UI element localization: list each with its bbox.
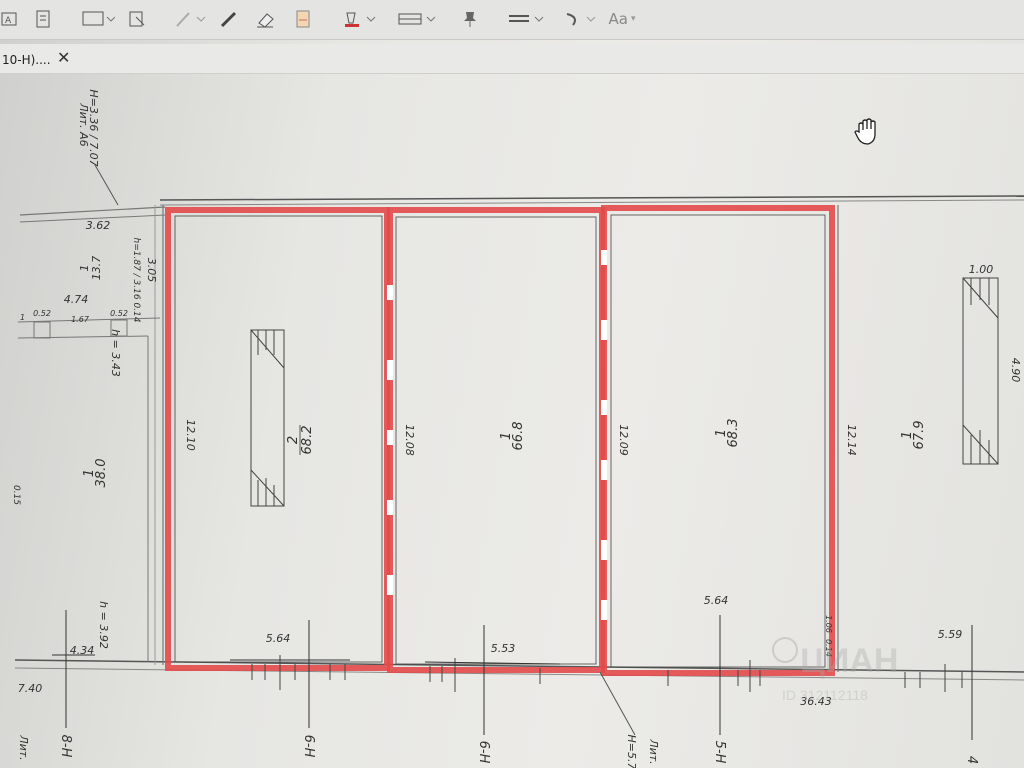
- curve-icon[interactable]: [560, 6, 600, 32]
- dimension-label: 4.90: [1009, 358, 1022, 383]
- eraser-icon[interactable]: [254, 6, 278, 32]
- axis-label: 6-Н: [301, 735, 316, 758]
- room-label-width: 5.64: [266, 632, 291, 645]
- document-icon[interactable]: [32, 6, 54, 32]
- dimension-label: 3.62: [86, 219, 111, 232]
- comment-icon[interactable]: [80, 6, 116, 32]
- svg-text:A: A: [5, 16, 12, 26]
- fill-color-icon[interactable]: [340, 6, 380, 32]
- pencil-icon[interactable]: [218, 6, 240, 32]
- room-label-len: 12.14: [845, 424, 858, 456]
- room-label-area: 38.0: [94, 459, 109, 488]
- dimension-label: 1: [20, 313, 25, 322]
- axis-label: 4: [964, 756, 979, 764]
- dimension-label: 0.52: [110, 309, 128, 318]
- room-label-area: 67.9: [912, 421, 927, 450]
- font-button[interactable]: Aa ▾: [602, 6, 642, 32]
- chevron-down-icon: ▾: [630, 14, 636, 24]
- stamp-icon[interactable]: [292, 6, 314, 32]
- room-label-area: 66.8: [511, 422, 526, 451]
- room-label-num: 2: [286, 436, 301, 444]
- height-label: Н=5.7: [625, 735, 638, 768]
- room-label-area: 68.3: [726, 419, 741, 448]
- dimension-label: 1.00: [969, 263, 994, 276]
- room-label-width: 5.53: [491, 642, 516, 655]
- room-label-width: 5.64: [704, 594, 729, 607]
- document-viewer: 2 68.2 12.10 5.64 1 66.8 12.08 5.53 1 68…: [0, 0, 1024, 768]
- axis-label: 6-Н: [476, 741, 491, 764]
- room-label-area: 13.7: [90, 256, 103, 281]
- room-label-len: 12.08: [403, 424, 416, 456]
- highlighter-icon[interactable]: [172, 6, 208, 32]
- dimension-label: h = 3.92: [97, 601, 110, 649]
- text-box-icon[interactable]: A: [0, 6, 18, 32]
- font-button-label: Aa: [608, 10, 628, 28]
- lit-label: Лит.: [647, 738, 660, 764]
- dimension-label: 1.67: [71, 315, 90, 324]
- dimension-label: 0.52: [33, 309, 51, 318]
- dimension-label: 0.15: [11, 485, 21, 505]
- dimension-label: h=1.87 / 3.16 0.14: [131, 238, 141, 323]
- close-icon[interactable]: ✕: [57, 49, 73, 67]
- room-label-area: 68.2: [300, 426, 315, 455]
- watermark-text: ЦИАН: [800, 642, 898, 680]
- attach-icon[interactable]: [126, 6, 148, 32]
- room-label-len: 12.10: [184, 419, 197, 451]
- floor-plan-drawing[interactable]: 2 68.2 12.10 5.64 1 66.8 12.08 5.53 1 68…: [0, 0, 1024, 768]
- height-label: Н=3.36 / 7.07: [87, 89, 100, 166]
- document-tab[interactable]: 10-H).... ✕: [0, 47, 80, 73]
- dimension-label: 4.74: [64, 293, 89, 306]
- axis-label: 8-Н: [58, 735, 73, 758]
- pin-icon[interactable]: [458, 6, 482, 32]
- dimension-label: 1.06: [824, 615, 833, 633]
- dimension-label: h = 3.43: [109, 329, 122, 377]
- lit-label: Лит.: [17, 734, 30, 760]
- hand-cursor-icon: [854, 118, 876, 145]
- line-weight-icon[interactable]: [506, 6, 546, 32]
- axis-label: 5-Н: [712, 741, 727, 764]
- watermark-id: ID 312112118: [782, 687, 868, 703]
- dimension-label: 4.34: [70, 644, 95, 657]
- measure-icon[interactable]: [396, 6, 438, 32]
- dimension-label: 7.40: [18, 682, 43, 695]
- room-label-width: 5.59: [938, 628, 963, 641]
- room-label-len: 12.09: [617, 424, 630, 456]
- tab-bar: 10-H).... ✕: [0, 44, 1024, 74]
- toolbar: A Aa ▾: [0, 0, 1024, 40]
- dimension-label: 3.05: [145, 258, 158, 283]
- tab-title: 10-H)....: [2, 53, 51, 67]
